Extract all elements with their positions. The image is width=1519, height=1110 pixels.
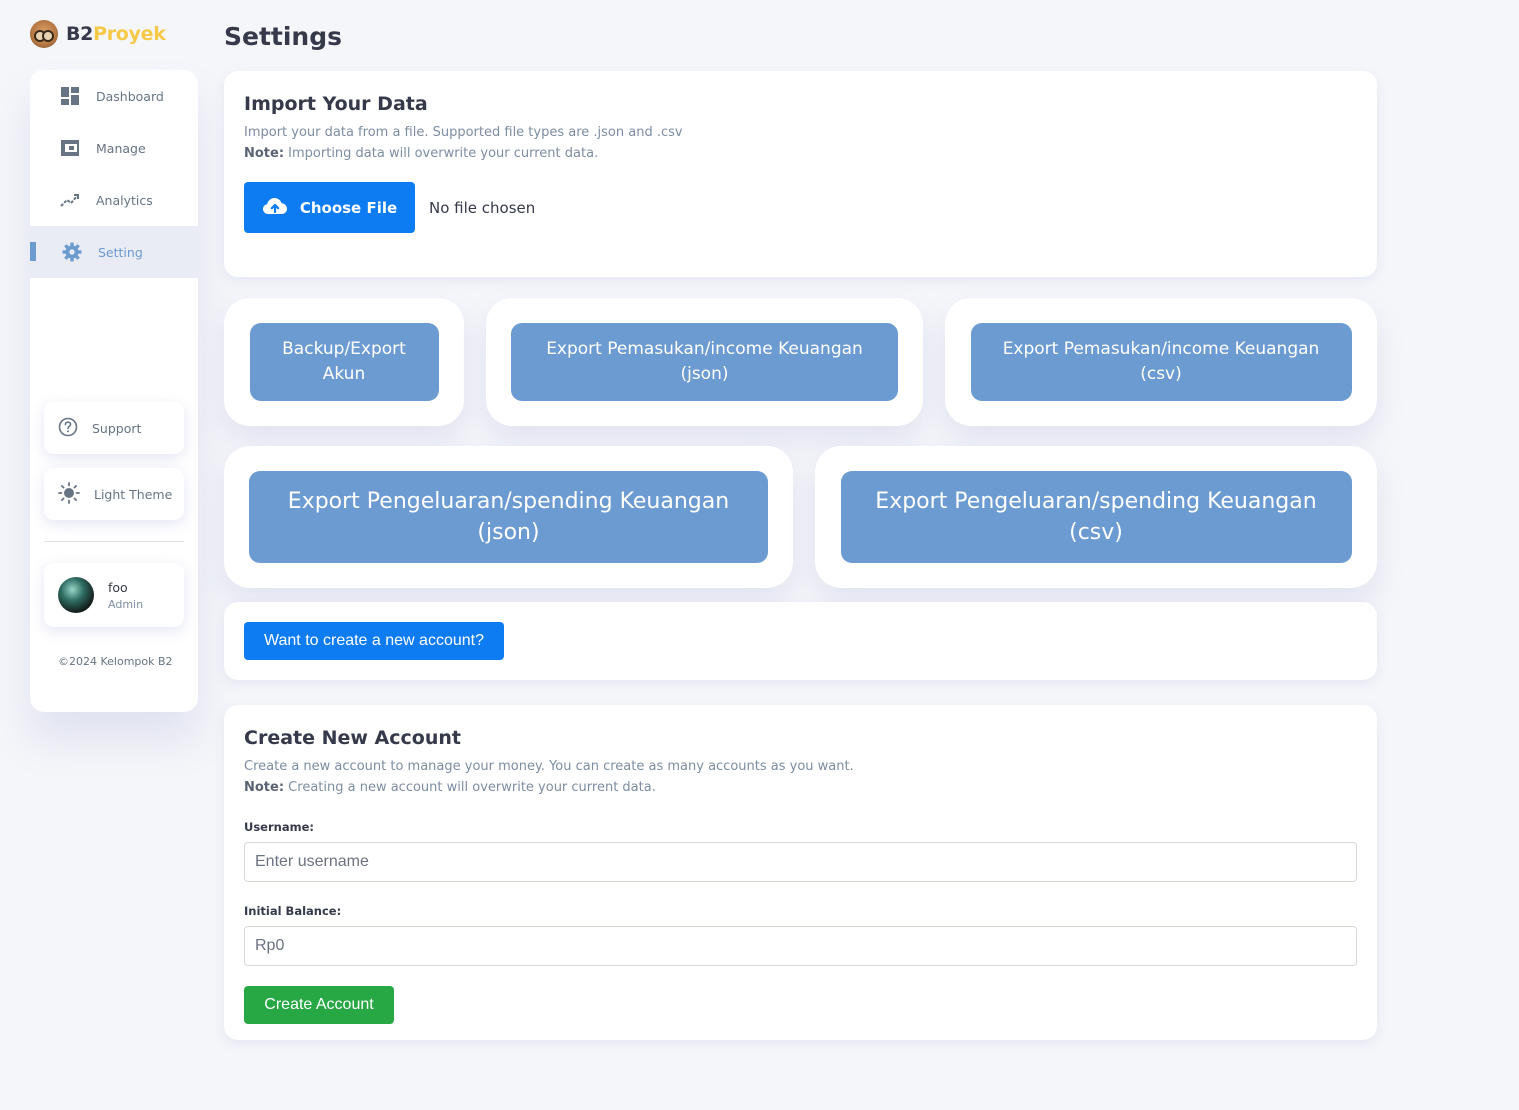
sidebar-item-label: Dashboard (96, 88, 164, 104)
sidebar-item-setting[interactable]: Setting (30, 226, 198, 278)
want-new-account-button[interactable]: Want to create a new account? (244, 622, 504, 660)
profile-card[interactable]: foo Admin (44, 563, 184, 627)
wallet-icon (60, 138, 80, 158)
income-csv-card: Export Pemasukan/income Keuangan (csv) (945, 298, 1377, 426)
theme-toggle[interactable]: Light Theme (44, 468, 184, 520)
username-input[interactable] (244, 842, 1357, 882)
sidebar-item-label: Analytics (96, 192, 153, 208)
profile-info: foo Admin (108, 580, 143, 611)
sidebar-item-dashboard[interactable]: Dashboard (30, 70, 198, 122)
sun-icon (58, 481, 80, 507)
avatar (58, 577, 94, 613)
support-button[interactable]: Support (44, 402, 184, 454)
dashboard-icon (60, 86, 80, 106)
create-account-button[interactable]: Create Account (244, 986, 394, 1024)
new-account-cta-card: Want to create a new account? (224, 602, 1377, 680)
brand-logo[interactable]: B2Proyek (30, 20, 166, 48)
spending-json-card: Export Pengeluaran/spending Keuangan (jso… (224, 446, 793, 588)
sidebar-divider (44, 541, 184, 542)
help-icon (58, 417, 78, 440)
username-label: Username: (244, 820, 314, 834)
import-card: Import Your Data Import your data from a… (224, 71, 1377, 277)
cloud-upload-icon (262, 197, 288, 219)
spending-csv-card: Export Pengeluaran/spending Keuangan (csv… (815, 446, 1377, 588)
create-account-title: Create New Account (244, 727, 461, 749)
create-account-description: Create a new account to manage your mone… (244, 759, 854, 774)
import-title: Import Your Data (244, 93, 428, 115)
income-json-card: Export Pemasukan/income Keuangan (json) (486, 298, 923, 426)
file-status: No file chosen (429, 198, 536, 217)
sidebar-item-analytics[interactable]: Analytics (30, 174, 198, 226)
backup-card: Backup/Export Akun (224, 298, 464, 426)
analytics-icon (60, 190, 80, 210)
export-income-json-button[interactable]: Export Pemasukan/income Keuangan (json) (511, 323, 898, 401)
initial-balance-label: Initial Balance: (244, 904, 342, 918)
initial-balance-input[interactable] (244, 926, 1357, 966)
profile-role: Admin (108, 597, 144, 611)
page-title: Settings (224, 22, 343, 51)
backup-export-account-button[interactable]: Backup/Export Akun (249, 323, 439, 401)
choose-file-label: Choose File (299, 198, 398, 217)
theme-label: Light Theme (94, 486, 173, 502)
logo-image (30, 20, 58, 48)
choose-file-button[interactable]: Choose File (244, 182, 415, 233)
sidebar: Dashboard Manage Analytics Setting Suppo… (30, 70, 198, 712)
sidebar-item-manage[interactable]: Manage (30, 122, 198, 174)
export-spending-csv-button[interactable]: Export Pengeluaran/spending Keuangan (csv… (840, 471, 1352, 563)
create-account-card: Create New Account Create a new account … (224, 705, 1377, 1040)
export-spending-json-button[interactable]: Export Pengeluaran/spending Keuangan (jso… (249, 471, 768, 563)
copyright: ©2024 Kelompok B2 (58, 655, 173, 668)
profile-name: foo (108, 579, 128, 595)
support-label: Support (92, 420, 142, 436)
gear-icon (62, 242, 82, 262)
import-description: Import your data from a file. Supported … (244, 125, 683, 140)
brand-name: B2Proyek (66, 23, 166, 45)
create-account-note: Note: Creating a new account will overwr… (244, 780, 656, 795)
file-input-row: Choose File No file chosen (244, 182, 1357, 233)
sidebar-item-label: Manage (96, 140, 146, 156)
sidebar-item-label: Setting (98, 244, 143, 260)
export-income-csv-button[interactable]: Export Pemasukan/income Keuangan (csv) (970, 323, 1352, 401)
import-note: Note: Importing data will overwrite your… (244, 146, 599, 161)
